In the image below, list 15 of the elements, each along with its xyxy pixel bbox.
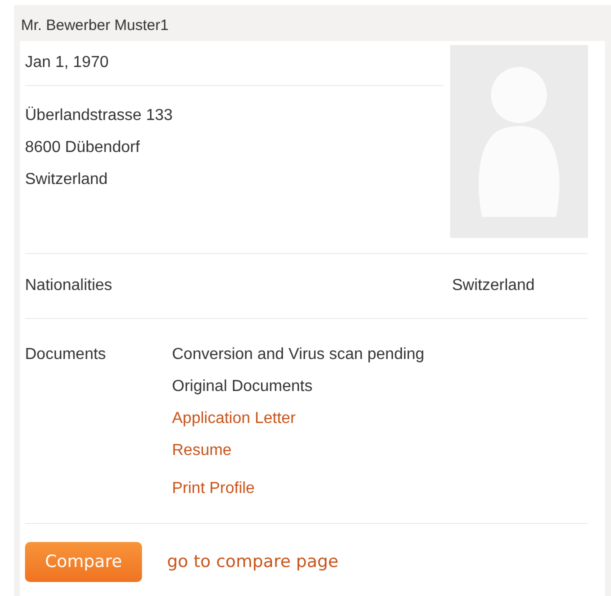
print-profile-link[interactable]: Print Profile	[172, 477, 255, 501]
documents-label: Documents	[25, 346, 106, 363]
document-status: Original Documents	[172, 377, 312, 397]
document-status: Conversion and Virus scan pending	[172, 345, 424, 365]
birth-date: Jan 1, 1970	[25, 54, 109, 71]
compare-button[interactable]: Compare	[25, 542, 142, 582]
document-link[interactable]: Resume	[172, 439, 232, 463]
address-line: Switzerland	[25, 170, 108, 190]
address-line: 8600 Dübendorf	[25, 138, 140, 158]
address-line: Überlandstrasse 133	[25, 106, 173, 126]
nationalities-label: Nationalities	[25, 277, 112, 295]
compare-page-link[interactable]: go to compare page	[167, 552, 339, 572]
document-link[interactable]: Application Letter	[172, 407, 296, 431]
candidate-name: Mr. Bewerber Muster1	[21, 17, 169, 34]
nationality-value: Switzerland	[452, 277, 535, 294]
